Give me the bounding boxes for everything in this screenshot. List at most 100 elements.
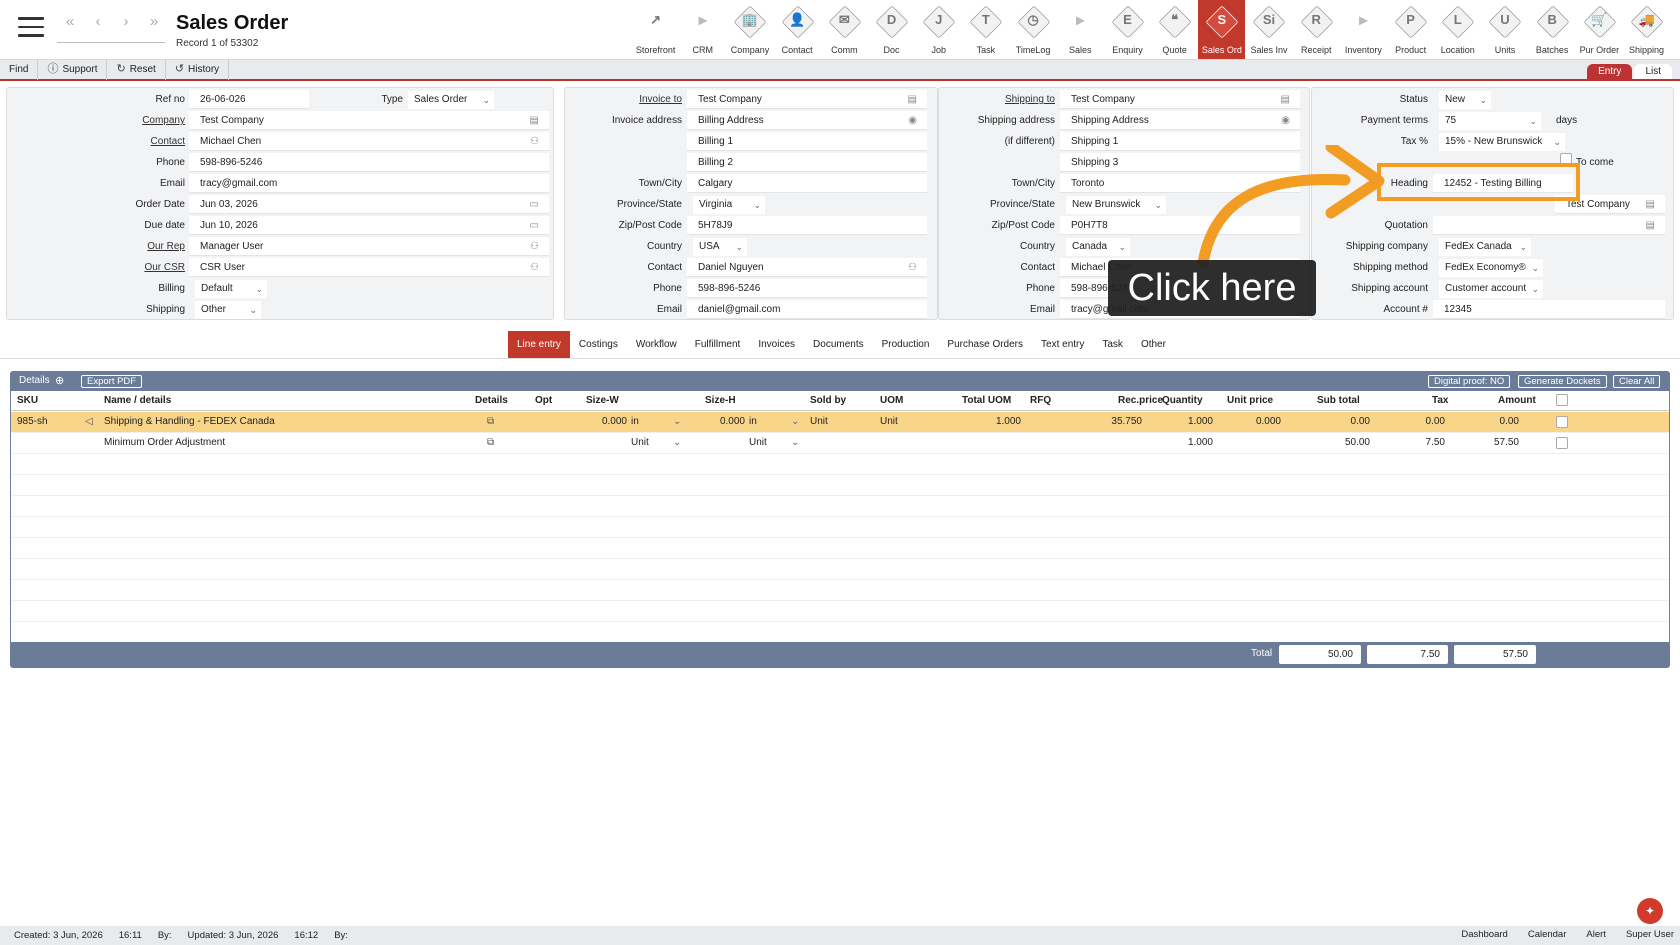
shipping-province-select[interactable]: New Brunswick ⌄: [1066, 196, 1166, 214]
module-batches[interactable]: B Batches: [1529, 0, 1576, 59]
table-row[interactable]: [11, 496, 1669, 517]
last-record-button[interactable]: »: [141, 12, 167, 34]
alert-link[interactable]: Alert: [1586, 929, 1606, 940]
cell-size-w-unit[interactable]: Unit: [631, 437, 649, 448]
building-icon[interactable]: ▤: [1646, 216, 1655, 235]
tab-production[interactable]: Production: [873, 331, 939, 358]
cell-quantity[interactable]: 1.000: [1149, 437, 1213, 448]
building-icon[interactable]: ▤: [1646, 195, 1655, 214]
dashboard-link[interactable]: Dashboard: [1461, 929, 1507, 940]
module-sales-inv[interactable]: Si Sales Inv: [1245, 0, 1292, 59]
cell-size-h-unit[interactable]: in: [749, 416, 757, 427]
country-select[interactable]: USA ⌄: [693, 238, 747, 256]
tab-task[interactable]: Task: [1093, 331, 1132, 358]
location-pin-icon[interactable]: ◉: [908, 111, 917, 130]
col-rec-price[interactable]: Rec.price: [1118, 395, 1163, 406]
person-icon[interactable]: ⚇: [908, 258, 917, 277]
shipping-method-select[interactable]: FedEx Economy® ⌄: [1439, 259, 1543, 277]
shipping-to-label[interactable]: Shipping to: [939, 94, 1055, 105]
contact-field[interactable]: Michael Chen ⚇: [189, 132, 549, 151]
col-total-uom[interactable]: Total UOM: [962, 395, 1011, 406]
type-select[interactable]: Sales Order ⌄: [408, 91, 494, 109]
cell-sub-total[interactable]: 50.00: [1293, 437, 1370, 448]
tab-documents[interactable]: Documents: [804, 331, 873, 358]
invoice-contact-field[interactable]: Daniel Nguyen ⚇: [687, 258, 927, 277]
table-row[interactable]: [11, 517, 1669, 538]
module-quote[interactable]: ❝ Quote: [1151, 0, 1198, 59]
company-label[interactable]: Company: [7, 115, 185, 126]
payment-terms-select[interactable]: 75 ⌄: [1439, 112, 1541, 130]
person-icon[interactable]: ⚇: [530, 132, 539, 151]
module-comm[interactable]: ✉ Comm: [821, 0, 868, 59]
person-icon[interactable]: ⚇: [530, 237, 539, 256]
col-name[interactable]: Name / details: [104, 395, 171, 406]
tab-text-entry[interactable]: Text entry: [1032, 331, 1093, 358]
clear-all-button[interactable]: Clear All: [1613, 375, 1661, 388]
module-sales-ord[interactable]: S Sales Ord: [1198, 0, 1246, 59]
contact-label[interactable]: Contact: [7, 136, 185, 147]
invoice-address-field[interactable]: Billing Address ◉: [687, 111, 927, 130]
company-field[interactable]: Test Company ▤: [189, 111, 549, 130]
cell-total-uom[interactable]: 1.000: [961, 416, 1021, 427]
table-row[interactable]: [11, 454, 1669, 475]
location-pin-icon[interactable]: ◉: [1281, 111, 1290, 130]
cell-amount[interactable]: 0.00: [1451, 416, 1519, 427]
shipping-company-select[interactable]: FedEx Canada ⌄: [1439, 238, 1531, 256]
building-icon[interactable]: ▤: [908, 90, 917, 109]
calendar-link[interactable]: Calendar: [1528, 929, 1567, 940]
town-field[interactable]: Calgary: [687, 174, 927, 193]
module-contact[interactable]: 👤 Contact: [774, 0, 821, 59]
cell-rec-price[interactable]: 35.750: [1071, 416, 1142, 427]
rep-label[interactable]: Our Rep: [7, 241, 185, 252]
rep-field[interactable]: Manager User ⚇: [189, 237, 549, 256]
module-location[interactable]: L Location: [1434, 0, 1481, 59]
cell-size-h[interactable]: 0.000: [689, 416, 745, 427]
module-product[interactable]: P Product: [1387, 0, 1434, 59]
invoice-address-line-2[interactable]: Billing 1: [687, 132, 927, 151]
calendar-icon[interactable]: ▭: [530, 216, 539, 235]
cell-name[interactable]: Minimum Order Adjustment: [104, 437, 225, 448]
cell-sold-by[interactable]: Unit: [810, 416, 828, 427]
tab-invoices[interactable]: Invoices: [749, 331, 804, 358]
col-amount[interactable]: Amount: [1498, 395, 1536, 406]
cell-amount[interactable]: 57.50: [1451, 437, 1519, 448]
table-row[interactable]: [11, 580, 1669, 601]
prev-record-button[interactable]: ‹: [85, 12, 111, 34]
tab-list[interactable]: List: [1634, 64, 1672, 79]
cell-name[interactable]: Shipping & Handling - FEDEX Canada: [104, 416, 275, 427]
module-enquiry[interactable]: E Enquiry: [1104, 0, 1151, 59]
cell-sub-total[interactable]: 0.00: [1293, 416, 1370, 427]
province-select[interactable]: Virginia ⌄: [693, 196, 765, 214]
person-icon[interactable]: ⚇: [530, 258, 539, 277]
status-select[interactable]: New ⌄: [1439, 91, 1491, 109]
module-sales[interactable]: ▸ Sales: [1057, 0, 1104, 59]
tab-fulfillment[interactable]: Fulfillment: [686, 331, 750, 358]
tab-costings[interactable]: Costings: [570, 331, 627, 358]
col-size-w[interactable]: Size-W: [586, 395, 619, 406]
cell-tax[interactable]: 0.00: [1381, 416, 1445, 427]
tab-other[interactable]: Other: [1132, 331, 1175, 358]
cell-sku[interactable]: 985-sh: [17, 416, 48, 427]
menu-icon[interactable]: [18, 17, 44, 39]
col-size-h[interactable]: Size-H: [705, 395, 736, 406]
tax-select[interactable]: 15% - New Brunswick ⌄: [1439, 133, 1565, 151]
col-quantity[interactable]: Quantity: [1162, 395, 1203, 406]
billing-select[interactable]: Default ⌄: [195, 280, 267, 298]
cell-uom[interactable]: Unit: [880, 416, 898, 427]
csr-label[interactable]: Our CSR: [7, 262, 185, 273]
shipping-select[interactable]: Other ⌄: [195, 301, 261, 319]
module-receipt[interactable]: R Receipt: [1293, 0, 1340, 59]
history-button[interactable]: ↺ History: [166, 59, 230, 80]
col-sold-by[interactable]: Sold by: [810, 395, 846, 406]
cell-size-w[interactable]: 0.000: [571, 416, 627, 427]
col-details[interactable]: Details: [475, 395, 508, 406]
quotation-field[interactable]: ▤: [1433, 216, 1665, 235]
col-uom[interactable]: UOM: [880, 395, 903, 406]
module-timelog[interactable]: ◷ TimeLog: [1010, 0, 1057, 59]
next-record-button[interactable]: ›: [113, 12, 139, 34]
module-units[interactable]: U Units: [1481, 0, 1528, 59]
shipping-to-field[interactable]: Test Company ▤: [1060, 90, 1300, 109]
shipping-account-select[interactable]: Customer account ⌄: [1439, 280, 1543, 298]
csr-field[interactable]: CSR User ⚇: [189, 258, 549, 277]
tab-purchase-orders[interactable]: Purchase Orders: [938, 331, 1032, 358]
